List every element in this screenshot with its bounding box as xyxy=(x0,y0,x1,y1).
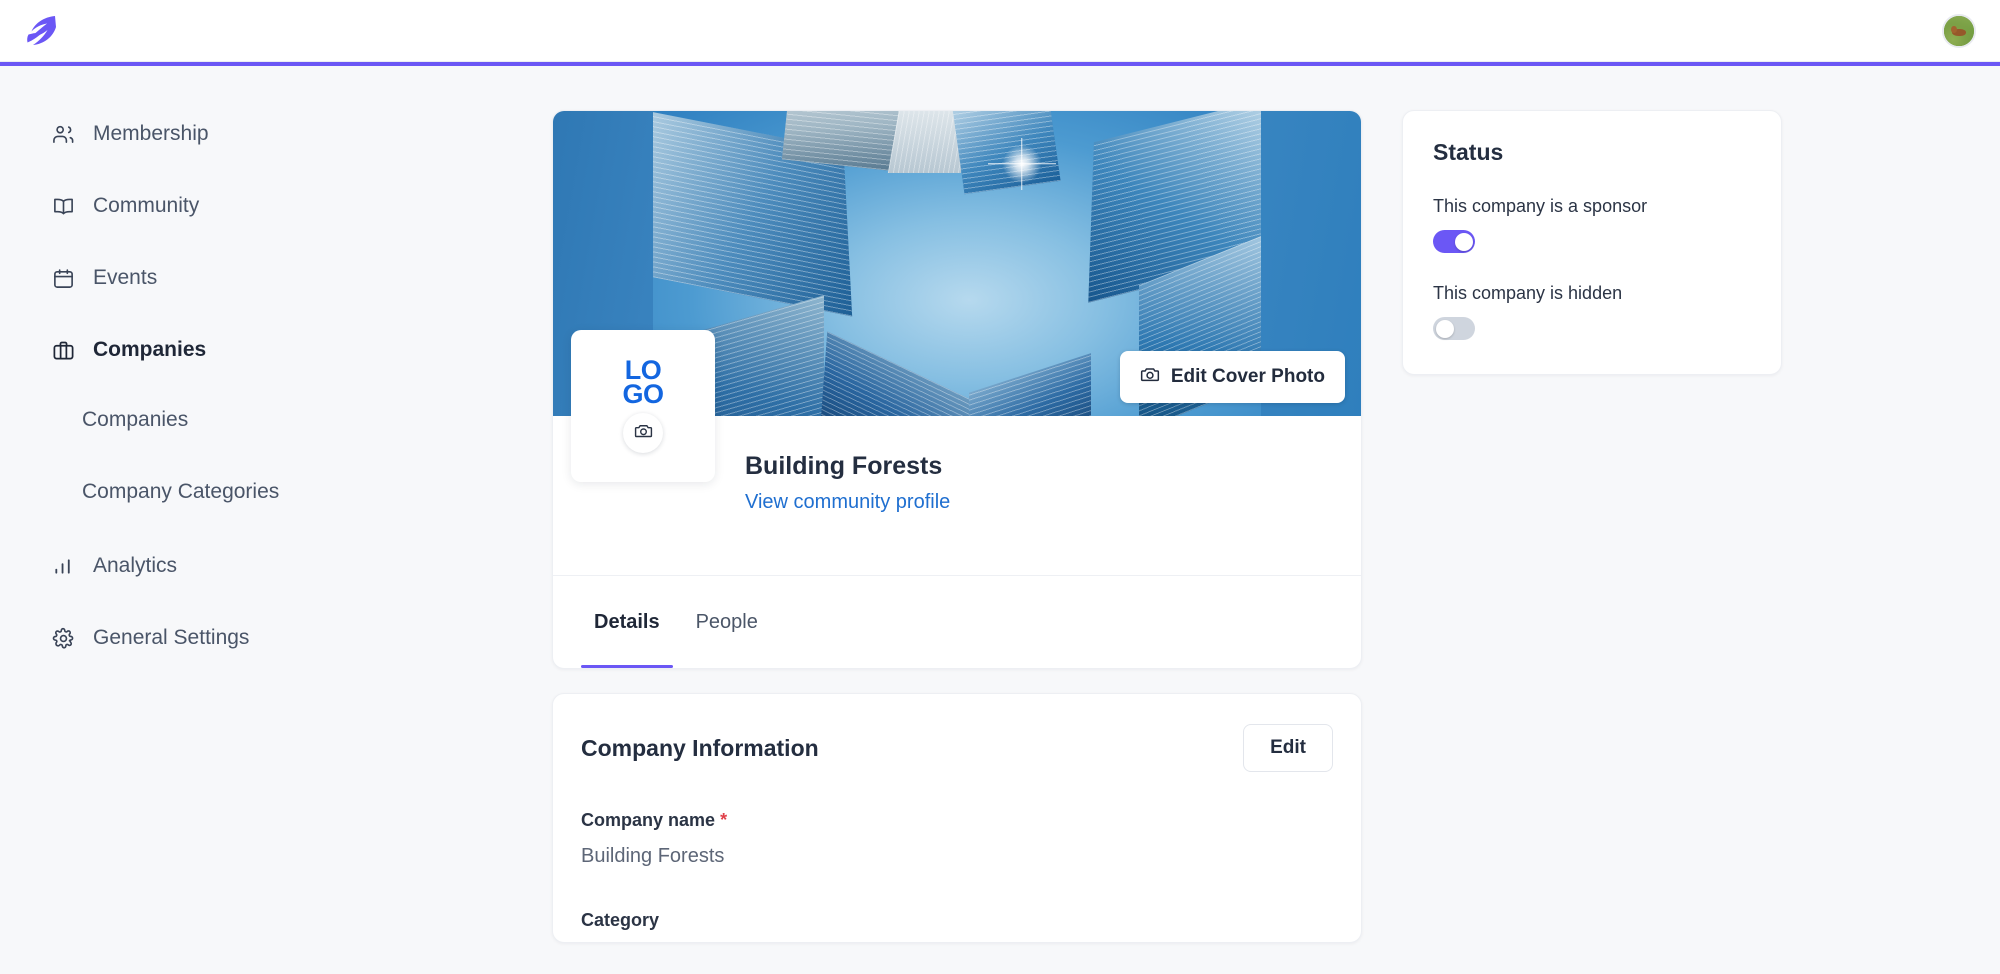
company-information-card: Company Information Edit Company name * … xyxy=(552,693,1362,943)
sidebar-item-companies[interactable]: Companies xyxy=(0,330,552,370)
toggle-knob xyxy=(1454,232,1473,251)
status-label: This company is a sponsor xyxy=(1433,196,1648,216)
sidebar-item-community[interactable]: Community xyxy=(0,186,552,226)
company-information-header: Company Information Edit xyxy=(581,724,1333,772)
status-card-title: Status xyxy=(1433,139,1504,165)
company-logo-line2: GO xyxy=(622,379,664,409)
field-value: Building Forests xyxy=(581,845,725,867)
status-row-sponsor: This company is a sponsor xyxy=(1433,196,1751,253)
sidebar-item-label: Companies xyxy=(93,338,207,361)
leaf-logo-icon[interactable] xyxy=(20,10,62,52)
field-category: Category xyxy=(581,910,1333,931)
briefcase-icon xyxy=(52,339,75,362)
company-logo-tile[interactable]: LO GO xyxy=(571,330,715,482)
status-row-hidden: This company is hidden xyxy=(1433,283,1751,340)
field-label: Company name * xyxy=(581,810,1333,831)
profile-tabs: Details People xyxy=(553,576,1361,668)
sidebar-item-label: Events xyxy=(93,266,158,289)
required-marker: * xyxy=(720,810,728,830)
sidebar-item-events[interactable]: Events xyxy=(0,258,552,298)
cover-sun-flare xyxy=(999,141,1044,186)
top-bar xyxy=(0,0,2000,62)
bar-chart-icon xyxy=(52,555,75,578)
field-label: Category xyxy=(581,910,660,930)
camera-icon xyxy=(634,421,653,445)
page-body: Membership Community Events Companies Co… xyxy=(0,66,2000,974)
sidebar-item-label: Membership xyxy=(93,122,209,145)
camera-icon xyxy=(1140,364,1160,390)
upload-logo-button[interactable] xyxy=(623,412,663,453)
status-label: This company is hidden xyxy=(1433,283,1623,303)
tab-details[interactable]: Details xyxy=(581,576,673,668)
sidebar: Membership Community Events Companies Co… xyxy=(0,66,552,690)
main-content: Edit Cover Photo LO GO Building Forests … xyxy=(552,66,1362,943)
sidebar-subitem-company-categories[interactable]: Company Categories xyxy=(0,474,552,510)
sidebar-item-label: Analytics xyxy=(93,554,178,577)
company-identity: LO GO Building Forests View community pr… xyxy=(553,330,1361,576)
book-icon xyxy=(52,195,75,218)
edit-button[interactable]: Edit xyxy=(1243,724,1333,772)
status-card: Status This company is a sponsor This co… xyxy=(1402,110,1782,375)
toggle-knob xyxy=(1435,319,1454,338)
sidebar-subitem-companies[interactable]: Companies xyxy=(0,402,552,438)
field-label-text: Company name xyxy=(581,810,716,830)
avatar[interactable] xyxy=(1942,13,1976,48)
sidebar-item-membership[interactable]: Membership xyxy=(0,114,552,154)
users-icon xyxy=(52,123,75,146)
sponsor-toggle[interactable] xyxy=(1433,230,1475,253)
edit-cover-photo-button[interactable]: Edit Cover Photo xyxy=(1119,351,1345,403)
sidebar-item-label: Community xyxy=(93,194,200,217)
company-profile-card: Edit Cover Photo LO GO Building Forests … xyxy=(552,110,1362,669)
sidebar-item-analytics[interactable]: Analytics xyxy=(0,546,552,586)
view-community-profile-link[interactable]: View community profile xyxy=(745,491,950,514)
edit-cover-photo-label: Edit Cover Photo xyxy=(1170,366,1325,387)
page-title: Building Forests xyxy=(745,452,943,480)
calendar-icon xyxy=(52,267,75,290)
avatar-subject-head xyxy=(1950,25,1957,34)
field-company-name: Company name * Building Forests xyxy=(581,810,1333,868)
sidebar-item-general-settings[interactable]: General Settings xyxy=(0,618,552,658)
tab-people[interactable]: People xyxy=(683,576,771,668)
gear-icon xyxy=(52,627,75,650)
section-title: Company Information xyxy=(581,734,819,761)
right-column: Status This company is a sponsor This co… xyxy=(1362,66,1782,375)
sidebar-item-label: General Settings xyxy=(93,626,250,649)
company-logo-placeholder: LO GO xyxy=(622,357,664,409)
hidden-toggle[interactable] xyxy=(1433,317,1475,340)
